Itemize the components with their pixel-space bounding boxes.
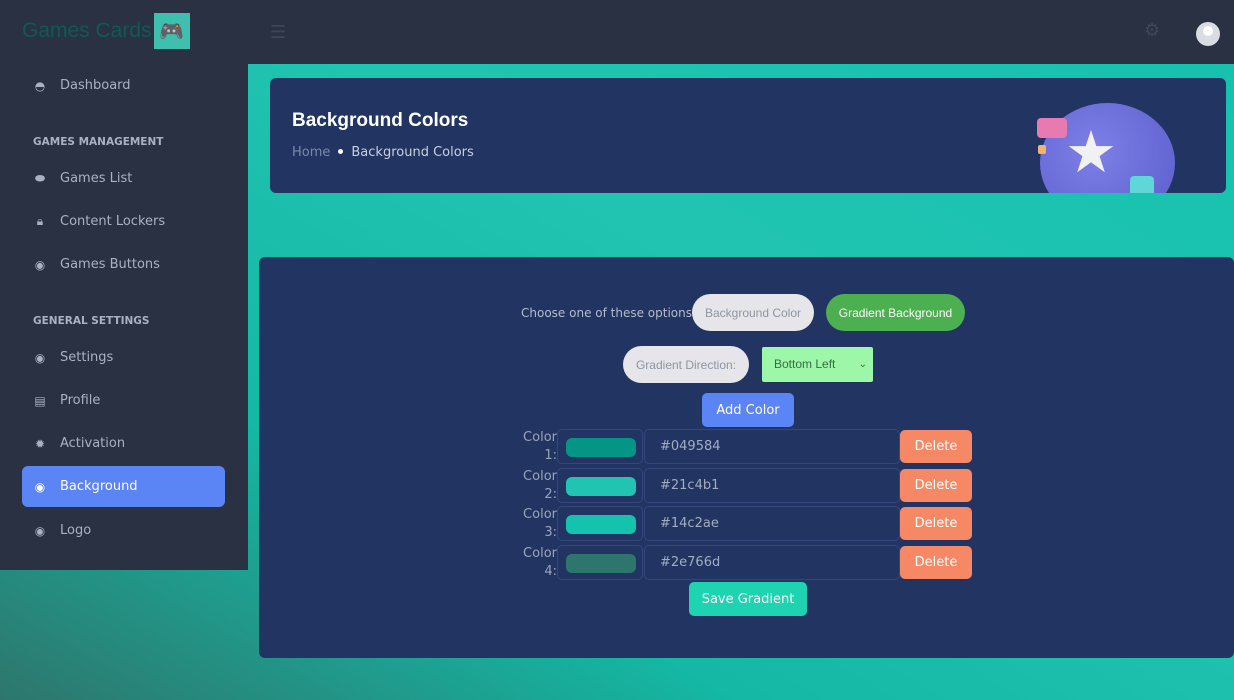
sidebar-item-dashboard[interactable]: ◓ Dashboard	[22, 65, 225, 106]
sidebar-item-games-list[interactable]: ⬬ Games List	[22, 158, 225, 199]
color-picker-3[interactable]	[557, 506, 643, 541]
background-color-option[interactable]: Background Color	[692, 294, 814, 331]
hex-input-3[interactable]: #14c2ae	[644, 506, 900, 541]
hex-input-4[interactable]: #2e766d	[644, 545, 900, 580]
sidebar-item-label: Logo	[60, 523, 92, 538]
app-title: Games Cards	[22, 19, 152, 42]
color-label-2: Color 2:	[523, 469, 557, 502]
breadcrumb-current: Background Colors	[351, 145, 474, 160]
sidebar: Games Cards 🎮 ◓ Dashboard GAMES MANAGEMEN…	[0, 0, 248, 570]
sidebar-item-profile[interactable]: ▤ Profile	[22, 380, 225, 421]
toggle-icon: ◉	[34, 257, 46, 272]
add-color-button[interactable]: Add Color	[702, 393, 794, 427]
card-decoration	[1037, 118, 1067, 138]
avatar[interactable]	[1196, 22, 1220, 46]
star-icon: ★	[1065, 118, 1117, 186]
save-gradient-button[interactable]: Save Gradient	[689, 582, 807, 616]
color-label-1: Color 1:	[523, 430, 557, 463]
sidebar-item-content-lockers[interactable]: 🔒︎ Content Lockers	[22, 201, 225, 242]
gamepad-logo-icon: 🎮	[153, 13, 190, 49]
gradient-direction-label: Gradient Direction:	[623, 346, 749, 383]
sidebar-item-label: Content Lockers	[60, 214, 166, 229]
sidebar-item-label: Background	[60, 479, 138, 494]
breadcrumb-home[interactable]: Home	[292, 145, 330, 160]
chevron-down-icon: ⌄	[858, 359, 867, 370]
decoration	[1038, 145, 1046, 154]
sidebar-item-background[interactable]: ◉ Background	[22, 466, 225, 507]
toggle-icon: ◉	[34, 479, 46, 494]
color-picker-4[interactable]	[557, 545, 643, 580]
gradient-direction-select[interactable]: Bottom Left ⌄	[762, 347, 873, 382]
gear-icon[interactable]: ⚙	[1144, 20, 1160, 41]
color-label-4: Color 4:	[523, 546, 557, 579]
sidebar-item-settings[interactable]: ◉ Settings	[22, 337, 225, 378]
color-picker-2[interactable]	[557, 468, 643, 503]
sidebar-item-games-buttons[interactable]: ◉ Games Buttons	[22, 244, 225, 285]
choose-label: Choose one of these options:	[521, 306, 697, 320]
page-title: Background Colors	[292, 110, 469, 131]
sidebar-item-label: Profile	[60, 393, 101, 408]
gradient-background-option[interactable]: Gradient Background	[826, 294, 965, 331]
selected-value: Bottom Left	[774, 357, 836, 371]
menu-icon[interactable]: ☰	[270, 22, 286, 43]
delete-button-3[interactable]: Delete	[900, 507, 972, 540]
sidebar-item-label: Dashboard	[60, 78, 131, 93]
color-label-3: Color 3:	[523, 507, 557, 540]
hex-input-2[interactable]: #21c4b1	[644, 468, 900, 503]
topbar: ☰ ⚙	[248, 0, 1234, 64]
sidebar-item-logo[interactable]: ◉ Logo	[22, 510, 225, 551]
color-picker-1[interactable]	[557, 429, 643, 464]
logo[interactable]: Games Cards 🎮	[22, 13, 190, 49]
gamepad-icon: ⬬	[34, 171, 46, 185]
sidebar-item-label: Activation	[60, 436, 126, 451]
gradient-form-panel: Choose one of these options: Background …	[259, 257, 1234, 658]
dashboard-icon: ◓	[34, 78, 46, 93]
toggle-icon: ◉	[34, 523, 46, 538]
page-header: Background Colors Home Background Colors …	[270, 78, 1226, 193]
toggle-icon: ◉	[34, 350, 46, 365]
decoration	[1130, 176, 1154, 193]
delete-button-4[interactable]: Delete	[900, 546, 972, 579]
id-card-icon: ▤	[34, 393, 46, 408]
breadcrumb: Home Background Colors	[292, 145, 474, 160]
section-heading: GAMES MANAGEMENT	[33, 136, 164, 148]
delete-button-1[interactable]: Delete	[900, 430, 972, 463]
lock-icon: 🔒︎	[36, 214, 44, 228]
sidebar-item-label: Settings	[60, 350, 114, 365]
hex-input-1[interactable]: #049584	[644, 429, 900, 464]
sidebar-item-label: Games Buttons	[60, 257, 160, 272]
sidebar-item-activation[interactable]: ✹ Activation	[22, 423, 225, 464]
section-heading: GENERAL SETTINGS	[33, 315, 150, 327]
sidebar-item-label: Games List	[60, 171, 133, 186]
delete-button-2[interactable]: Delete	[900, 469, 972, 502]
badge-icon: ✹	[34, 436, 46, 451]
